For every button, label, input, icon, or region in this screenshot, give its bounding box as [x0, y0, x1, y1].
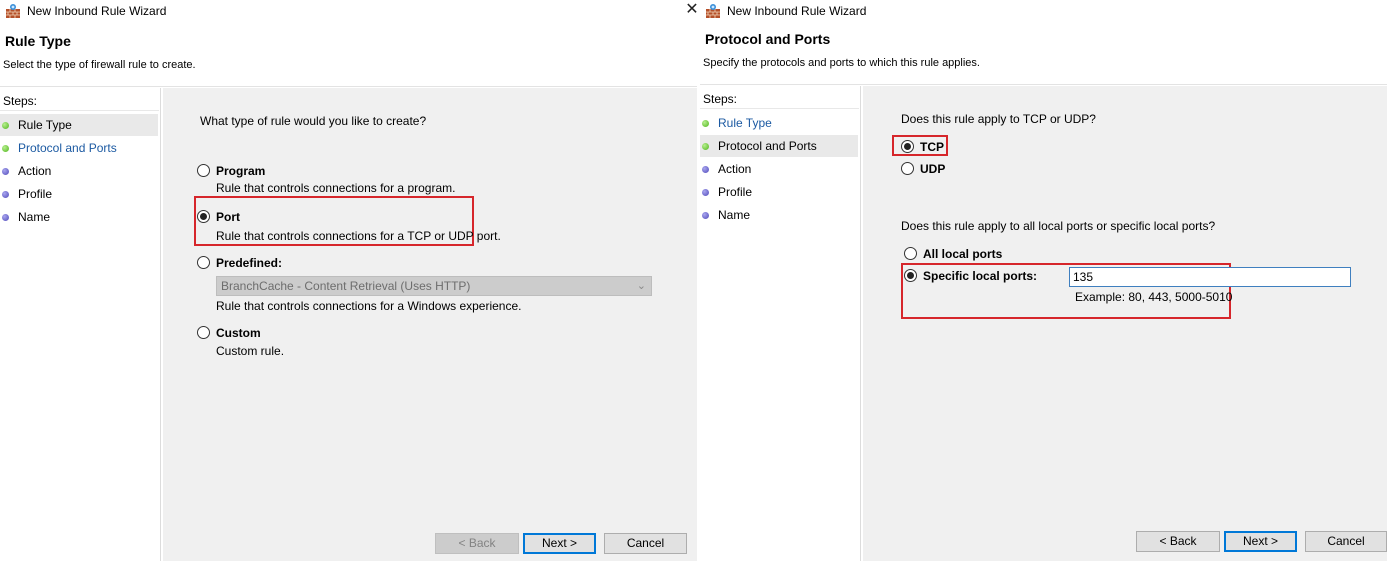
- specific-local-ports-label[interactable]: Specific local ports:: [923, 269, 1037, 283]
- step-label: Profile: [18, 187, 53, 201]
- window-title: New Inbound Rule Wizard: [727, 4, 867, 18]
- predefined-label[interactable]: Predefined:: [216, 256, 282, 270]
- steps-title: Steps:: [3, 94, 38, 108]
- ports-question: Does this rule apply to all local ports …: [901, 219, 1216, 233]
- step-complete-icon: [2, 144, 9, 152]
- header-divider: [700, 84, 1387, 85]
- specific-local-ports-radio[interactable]: [904, 269, 917, 282]
- page-title: Rule Type: [5, 33, 71, 49]
- step-label: Name: [718, 208, 751, 222]
- title-bar: New Inbound Rule Wizard: [700, 0, 1387, 22]
- window-title: New Inbound Rule Wizard: [27, 4, 167, 18]
- step-action: Action: [700, 158, 858, 180]
- step-complete-icon: [2, 121, 9, 129]
- step-label: Profile: [718, 185, 753, 199]
- protocol-question: Does this rule apply to TCP or UDP?: [901, 112, 1096, 126]
- steps-panel: Steps: Rule Type Protocol and Ports Acti…: [700, 86, 861, 561]
- port-description: Rule that controls connections for a TCP…: [216, 229, 501, 243]
- ports-example: Example: 80, 443, 5000-5010: [1075, 290, 1233, 304]
- custom-radio[interactable]: [197, 326, 210, 339]
- all-local-ports-radio[interactable]: [904, 247, 917, 260]
- step-protocol-and-ports: Protocol and Ports: [700, 135, 858, 157]
- firewall-icon: [5, 3, 21, 19]
- step-pending-icon: [702, 211, 709, 219]
- step-complete-icon: [702, 142, 709, 150]
- all-local-ports-label[interactable]: All local ports: [923, 247, 1002, 261]
- header-divider: [0, 86, 697, 87]
- custom-label[interactable]: Custom: [216, 326, 261, 340]
- predefined-dropdown-value: BranchCache - Content Retrieval (Uses HT…: [221, 279, 471, 293]
- specific-ports-input[interactable]: 135: [1069, 267, 1351, 287]
- steps-divider: [700, 108, 859, 109]
- rule-type-wizard-window: New Inbound Rule Wizard Rule Type Select…: [0, 0, 697, 561]
- cancel-button[interactable]: Cancel: [1305, 531, 1387, 552]
- step-protocol-and-ports[interactable]: Protocol and Ports: [0, 137, 158, 159]
- steps-title: Steps:: [703, 92, 738, 106]
- step-rule-type: Rule Type: [0, 114, 158, 136]
- rule-type-question: What type of rule would you like to crea…: [200, 114, 427, 128]
- predefined-dropdown[interactable]: BranchCache - Content Retrieval (Uses HT…: [216, 276, 652, 296]
- step-label: Name: [18, 210, 51, 224]
- predefined-radio[interactable]: [197, 256, 210, 269]
- steps-panel: Steps: Rule Type Protocol and Ports Acti…: [0, 88, 161, 561]
- udp-label[interactable]: UDP: [920, 162, 945, 176]
- port-radio[interactable]: [197, 210, 210, 223]
- predefined-description: Rule that controls connections for a Win…: [216, 299, 522, 313]
- step-label: Protocol and Ports: [718, 139, 817, 153]
- tcp-radio[interactable]: [901, 140, 914, 153]
- wizard-header: Rule Type Select the type of firewall ru…: [0, 22, 697, 86]
- tcp-label[interactable]: TCP: [920, 140, 944, 154]
- back-button[interactable]: < Back: [1136, 531, 1220, 552]
- chevron-down-icon: ⌄: [636, 280, 646, 292]
- step-label[interactable]: Protocol and Ports: [18, 141, 117, 155]
- step-label[interactable]: Rule Type: [718, 116, 772, 130]
- step-pending-icon: [2, 213, 9, 221]
- step-pending-icon: [702, 188, 709, 196]
- program-label[interactable]: Program: [216, 164, 265, 178]
- custom-description: Custom rule.: [216, 344, 285, 358]
- program-radio[interactable]: [197, 164, 210, 177]
- close-icon[interactable]: ✕: [683, 1, 701, 19]
- page-subtitle: Select the type of firewall rule to crea…: [3, 59, 196, 71]
- udp-radio[interactable]: [901, 162, 914, 175]
- back-button[interactable]: < Back: [435, 533, 519, 554]
- step-rule-type[interactable]: Rule Type: [700, 112, 858, 134]
- step-pending-icon: [702, 165, 709, 173]
- firewall-icon: [705, 3, 721, 19]
- step-profile: Profile: [0, 183, 158, 205]
- steps-divider: [0, 110, 159, 111]
- step-label: Action: [18, 164, 52, 178]
- next-button[interactable]: Next >: [523, 533, 596, 554]
- step-profile: Profile: [700, 181, 858, 203]
- content-panel: What type of rule would you like to crea…: [163, 88, 697, 561]
- program-description: Rule that controls connections for a pro…: [216, 181, 456, 195]
- cancel-button[interactable]: Cancel: [604, 533, 687, 554]
- step-name: Name: [0, 206, 158, 228]
- step-pending-icon: [2, 190, 9, 198]
- page-subtitle: Specify the protocols and ports to which…: [703, 57, 980, 69]
- protocol-ports-wizard-window: New Inbound Rule Wizard Protocol and Por…: [700, 0, 1387, 561]
- step-label: Action: [718, 162, 752, 176]
- step-label: Rule Type: [18, 118, 72, 132]
- step-pending-icon: [2, 167, 9, 175]
- step-complete-icon: [702, 119, 709, 127]
- title-bar: New Inbound Rule Wizard: [0, 0, 697, 22]
- port-label[interactable]: Port: [216, 210, 240, 224]
- content-panel: Does this rule apply to TCP or UDP? TCP …: [863, 86, 1387, 561]
- page-title: Protocol and Ports: [705, 31, 831, 47]
- next-button[interactable]: Next >: [1224, 531, 1297, 552]
- step-action: Action: [0, 160, 158, 182]
- wizard-header: Protocol and Ports Specify the protocols…: [700, 20, 1387, 84]
- step-name: Name: [700, 204, 858, 226]
